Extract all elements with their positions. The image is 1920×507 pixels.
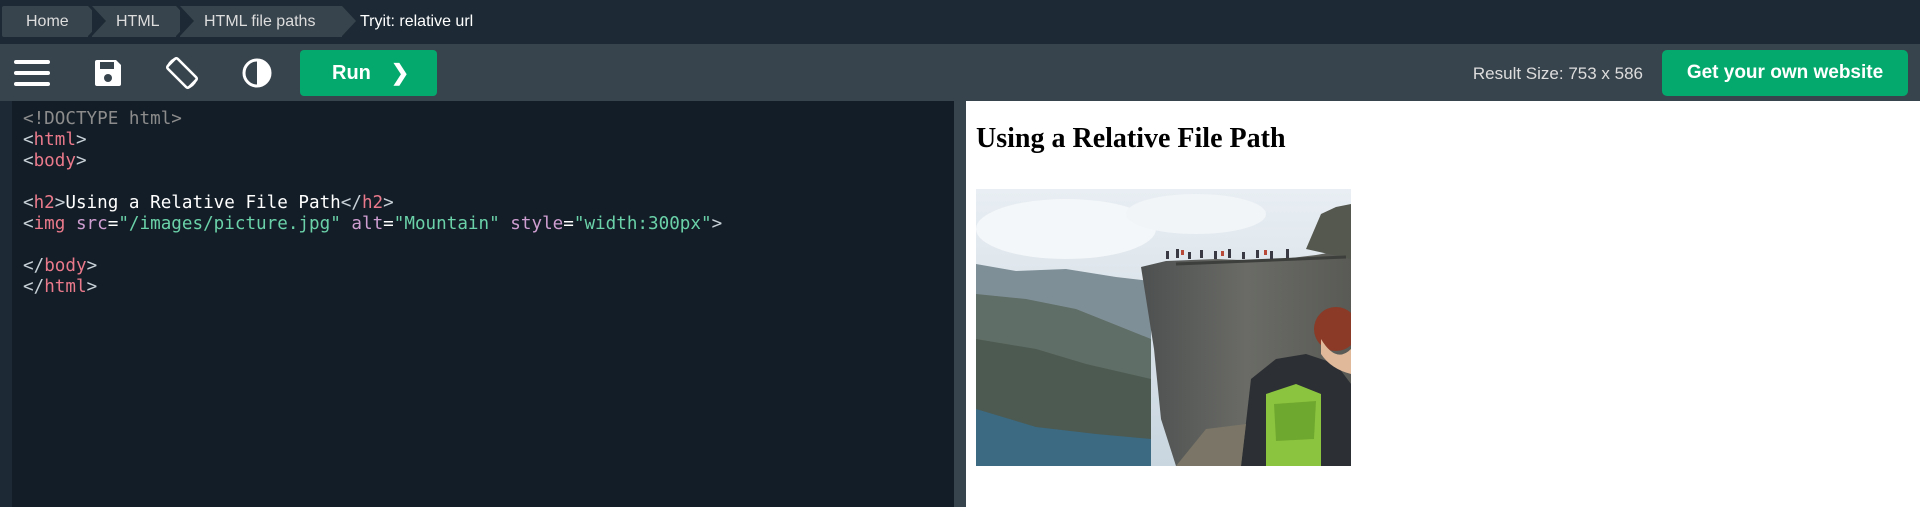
code-token: > [86,277,98,297]
code-token: html [33,130,76,150]
code-token: > [54,193,66,213]
code-token: < [23,151,34,171]
run-label: Run [332,61,371,84]
code-content[interactable]: <!DOCTYPE html> <html> <body> <h2>Using … [23,109,722,298]
code-line: </body> [23,256,97,276]
code-token: > [711,214,723,234]
mountain-image [976,189,1351,466]
code-token: = [383,214,394,234]
code-token: alt [340,214,384,234]
contrast-icon[interactable] [229,44,285,101]
code-token: > [75,130,87,150]
code-token: > [86,256,98,276]
breadcrumb-html-file-paths[interactable]: HTML file paths [180,6,356,37]
breadcrumb: Home HTML HTML file paths Tryit: relativ… [0,0,1920,44]
code-token: style [499,214,564,234]
code-token: src [65,214,108,234]
code-token: "/images/picture.jpg" [118,214,341,234]
result-heading: Using a Relative File Path [976,123,1286,154]
code-token: < [23,193,34,213]
code-line: <img src="/images/picture.jpg" alt="Moun… [23,214,722,234]
code-token: h2 [33,193,55,213]
code-token: body [44,256,87,276]
panel-splitter[interactable] [954,101,966,507]
menu-icon[interactable] [4,44,60,101]
code-line: <body> [23,151,87,171]
code-token: = [107,214,119,234]
code-token: </ [23,277,45,297]
code-line: <!DOCTYPE html> [23,109,182,129]
code-token: <!DOCTYPE html> [23,109,182,129]
code-token: > [75,151,87,171]
code-token: </ [23,256,45,276]
code-token: </ [340,193,362,213]
result-size: Result Size: 753 x 586 [1472,64,1643,83]
chevron-right-icon: ❯ [390,60,410,85]
code-token: html [44,277,87,297]
code-token: > [383,193,394,213]
code-token: = [563,214,574,234]
code-token: "Mountain" [393,214,500,234]
code-token: < [23,214,34,234]
toolbar: Run ❯ Result Size: 753 x 586 Get your ow… [0,44,1920,101]
code-line: </html> [23,277,97,297]
save-icon[interactable] [80,44,136,101]
code-token: body [33,151,76,171]
code-line: <html> [23,130,87,150]
run-button[interactable]: Run ❯ [300,50,437,96]
code-token: img [33,214,66,234]
code-token: "width:300px" [573,214,712,234]
breadcrumb-html[interactable]: HTML [92,6,190,37]
code-token: Using a Relative File Path [65,193,341,213]
get-your-own-website-button[interactable]: Get your own website [1662,50,1908,96]
result-frame: Using a Relative File Path [966,101,1920,507]
code-line: <h2>Using a Relative File Path</h2> [23,193,394,213]
breadcrumb-home[interactable]: Home [2,6,102,37]
code-editor[interactable]: <!DOCTYPE html> <html> <body> <h2>Using … [12,101,954,507]
code-token: < [23,130,34,150]
rotate-icon[interactable] [154,44,210,101]
code-token: h2 [361,193,384,213]
breadcrumb-current: Tryit: relative url [360,13,474,30]
